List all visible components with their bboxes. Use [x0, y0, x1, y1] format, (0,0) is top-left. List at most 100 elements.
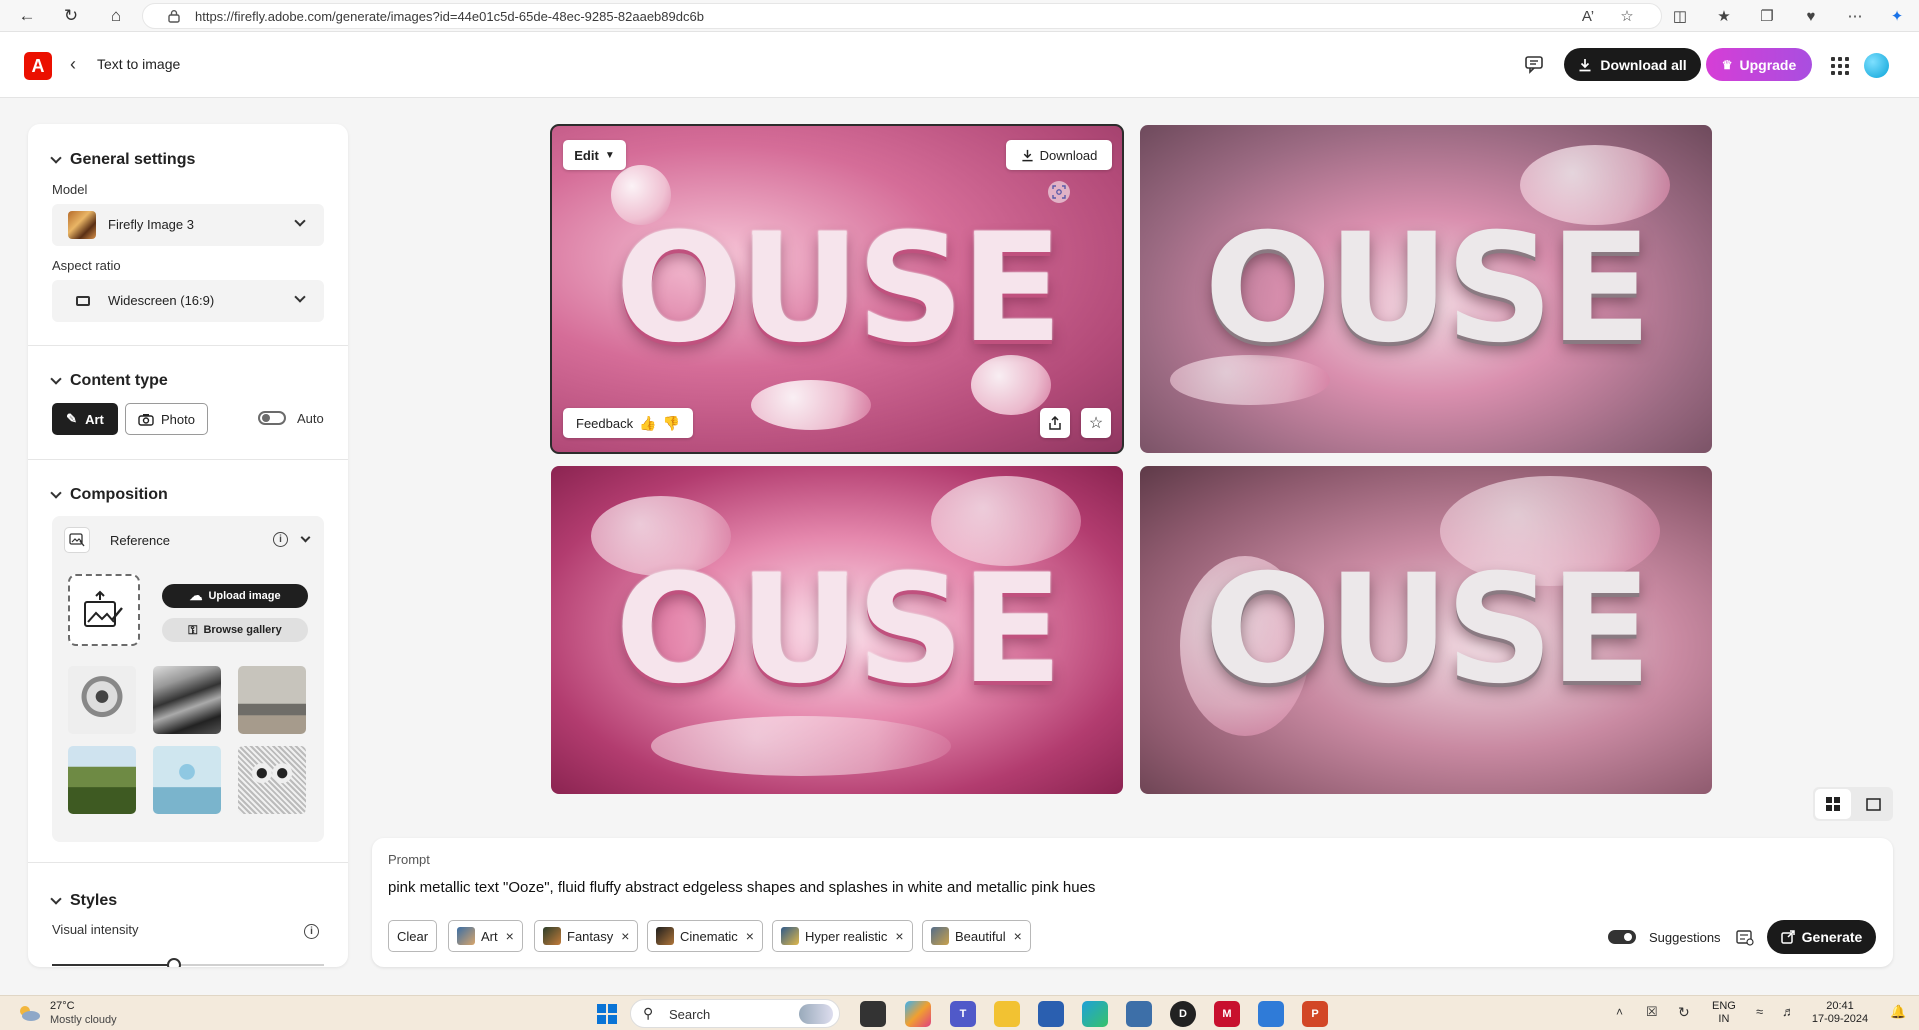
generated-image-2[interactable]: OUSE — [1140, 125, 1712, 453]
content-type-header[interactable]: Content type — [50, 372, 168, 390]
settings-panel-icon[interactable] — [1736, 930, 1754, 946]
download-all-button[interactable]: Download all — [1564, 48, 1701, 81]
thumbs-up-icon[interactable]: 👍 — [639, 415, 656, 432]
clear-button[interactable]: Clear — [388, 920, 438, 952]
model-dropdown[interactable]: Firefly Image 3 — [52, 204, 324, 246]
page-title[interactable]: Text to image — [97, 56, 180, 72]
close-icon[interactable]: × — [621, 928, 629, 944]
art-label: Art — [85, 411, 104, 427]
composition-header[interactable]: Composition — [50, 486, 168, 504]
styles-title: Styles — [70, 892, 118, 909]
style-tag-cinematic[interactable]: Cinematic × — [647, 920, 763, 952]
language-indicator[interactable]: ENG IN — [1712, 1000, 1736, 1026]
upload-dropzone[interactable] — [68, 574, 140, 646]
adobe-logo[interactable]: A — [24, 52, 52, 80]
share-button[interactable] — [1040, 408, 1070, 438]
gallery-thumbnail-bird[interactable] — [68, 666, 136, 734]
generate-button[interactable]: Generate — [1767, 920, 1876, 954]
download-button[interactable]: Download — [1006, 140, 1112, 170]
cloudy-weather-icon[interactable] — [16, 1003, 42, 1023]
clock[interactable]: 20:41 17-09-2024 — [1800, 1000, 1880, 1026]
aspect-ratio-dropdown[interactable]: Widescreen (16:9) — [52, 280, 324, 322]
grid-view-button[interactable] — [1815, 789, 1851, 819]
browser-essentials-icon[interactable]: ♥ — [1800, 5, 1822, 27]
sync-icon[interactable]: ↻ — [1678, 1004, 1690, 1021]
art-button[interactable]: ✎ Art — [52, 403, 118, 435]
task-view-icon[interactable] — [860, 1001, 886, 1027]
refresh-icon[interactable]: ↻ — [58, 4, 84, 28]
auto-toggle[interactable] — [258, 411, 286, 425]
taskbar: 27°C Mostly cloudy ⚲ Search T D M P ˄ ☒ … — [0, 995, 1919, 1030]
upgrade-button[interactable]: ♛ Upgrade — [1706, 48, 1812, 81]
close-icon[interactable]: × — [895, 928, 903, 944]
style-tag-fantasy[interactable]: Fantasy × — [534, 920, 639, 952]
read-aloud-icon[interactable]: A’ — [1577, 5, 1599, 27]
back-chevron-icon[interactable]: ‹ — [70, 54, 76, 75]
slider-handle[interactable] — [167, 958, 182, 967]
mcafee-icon[interactable]: M — [1214, 1001, 1240, 1027]
powerpoint-icon[interactable]: P — [1302, 1001, 1328, 1027]
focus-scan-icon[interactable] — [1048, 181, 1070, 203]
more-menu-icon[interactable]: ⋯ — [1844, 5, 1866, 27]
close-icon[interactable]: × — [506, 928, 514, 944]
clear-label: Clear — [397, 928, 429, 944]
general-settings-header[interactable]: General settings — [50, 151, 195, 169]
back-arrow-icon[interactable]: ← — [14, 4, 40, 28]
teams-icon[interactable]: T — [950, 1001, 976, 1027]
gallery-thumbnail-landscape[interactable] — [153, 666, 221, 734]
app-switcher-icon[interactable] — [1831, 57, 1849, 75]
info-icon[interactable]: i — [273, 532, 288, 547]
feedback-chat-icon[interactable] — [1524, 54, 1544, 74]
aspect-ratio-value: Widescreen (16:9) — [108, 293, 215, 308]
visual-intensity-slider[interactable] — [52, 958, 324, 967]
upload-image-button[interactable]: ☁ Upload image — [162, 584, 308, 608]
tag-label: Beautiful — [955, 928, 1006, 944]
gallery-thumbnail-road[interactable] — [68, 746, 136, 814]
favorites-icon[interactable]: ★ — [1713, 5, 1735, 27]
chevron-down-icon[interactable] — [300, 532, 311, 543]
suggestions-toggle[interactable] — [1608, 930, 1636, 944]
copilot-taskbar-icon[interactable] — [905, 1001, 931, 1027]
generated-image-4[interactable]: OUSE — [1140, 466, 1712, 794]
network-status-icon[interactable]: ☒ — [1646, 1004, 1658, 1020]
close-icon[interactable]: × — [1014, 928, 1022, 944]
file-explorer-icon[interactable] — [994, 1001, 1020, 1027]
prompt-input[interactable]: pink metallic text "Ooze", fluid fluffy … — [388, 879, 1095, 896]
single-view-button[interactable] — [1855, 789, 1891, 819]
generated-image-3[interactable]: OUSE — [551, 466, 1123, 794]
notification-bell-icon[interactable]: 🔔 — [1890, 1004, 1906, 1020]
generated-image-1[interactable]: OUSE — [550, 124, 1124, 454]
chevron-up-icon[interactable]: ˄ — [1616, 1005, 1623, 1019]
wifi-icon[interactable]: ≈ — [1756, 1004, 1763, 1019]
split-screen-icon[interactable]: ◫ — [1669, 5, 1691, 27]
copilot-icon[interactable]: ✦ — [1886, 5, 1908, 27]
style-tag-art[interactable]: Art × — [448, 920, 523, 952]
microsoft-store-icon[interactable] — [1038, 1001, 1064, 1027]
styles-header[interactable]: Styles — [50, 892, 118, 910]
info-icon[interactable]: i — [304, 924, 319, 939]
photos-icon[interactable] — [1258, 1001, 1284, 1027]
taskbar-search[interactable]: ⚲ Search — [630, 999, 840, 1028]
home-icon[interactable]: ⌂ — [103, 4, 129, 28]
edit-menu-button[interactable]: Edit ▼ — [563, 140, 626, 170]
favorite-button[interactable]: ☆ — [1081, 408, 1111, 438]
edge-browser-icon[interactable] — [1082, 1001, 1108, 1027]
gallery-thumbnail-sphere[interactable] — [153, 746, 221, 814]
thumbs-down-icon[interactable]: 👎 — [663, 415, 680, 432]
gallery-thumbnail-interior[interactable] — [238, 666, 306, 734]
profile-avatar[interactable] — [1864, 53, 1889, 78]
close-icon[interactable]: × — [746, 928, 754, 944]
style-tag-beautiful[interactable]: Beautiful × — [922, 920, 1031, 952]
reference-label[interactable]: Reference — [110, 533, 170, 548]
photo-button[interactable]: Photo — [125, 403, 208, 435]
gallery-thumbnail-owl[interactable] — [238, 746, 306, 814]
pc-icon[interactable] — [1126, 1001, 1152, 1027]
favorite-star-icon[interactable]: ☆ — [1616, 5, 1638, 27]
style-tag-hyper-realistic[interactable]: Hyper realistic × — [772, 920, 913, 952]
speaker-icon[interactable]: ♬ — [1782, 1004, 1795, 1019]
collections-icon[interactable]: ❐ — [1756, 5, 1778, 27]
address-bar[interactable]: https://firefly.adobe.com/generate/image… — [142, 3, 1662, 29]
dell-icon[interactable]: D — [1170, 1001, 1196, 1027]
windows-start-icon[interactable] — [594, 1001, 620, 1027]
browse-gallery-button[interactable]: ⚿ Browse gallery — [162, 618, 308, 642]
